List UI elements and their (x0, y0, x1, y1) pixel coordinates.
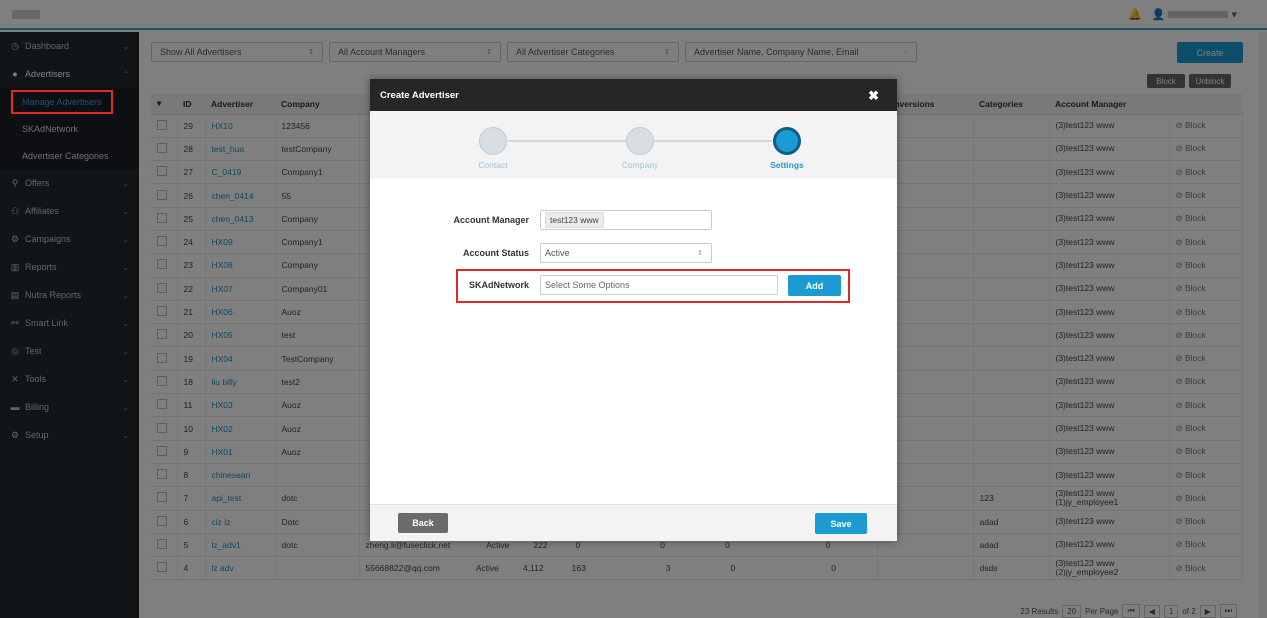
back-button[interactable]: Back (398, 513, 448, 533)
add-button[interactable]: Add (788, 275, 841, 296)
save-button[interactable]: Save (815, 513, 867, 534)
account-manager-label: Account Manager (453, 215, 529, 225)
step-company-circle[interactable] (626, 127, 654, 155)
step-contact-circle[interactable] (479, 127, 507, 155)
skadnetwork-input[interactable]: Select Some Options (540, 275, 778, 295)
chevron-updown-icon: ⇕ (697, 250, 703, 257)
account-status-select[interactable]: Active ⇕ (540, 243, 712, 263)
create-advertiser-modal: Create Advertiser ✖ Contact Company Sett… (370, 79, 897, 541)
account-status-label: Account Status (462, 248, 529, 258)
step-settings-circle[interactable] (773, 127, 801, 155)
step-company-label: Company (621, 160, 659, 170)
skadnetwork-label: SKAdNetwork (468, 280, 529, 290)
step-settings-label: Settings (770, 160, 804, 170)
account-manager-field[interactable]: test123 www (540, 210, 712, 230)
account-manager-tag[interactable]: test123 www (545, 212, 604, 228)
step-contact-label: Contact (478, 160, 508, 170)
close-icon[interactable]: ✖ (868, 88, 879, 104)
modal-title: Create Advertiser (380, 89, 459, 101)
